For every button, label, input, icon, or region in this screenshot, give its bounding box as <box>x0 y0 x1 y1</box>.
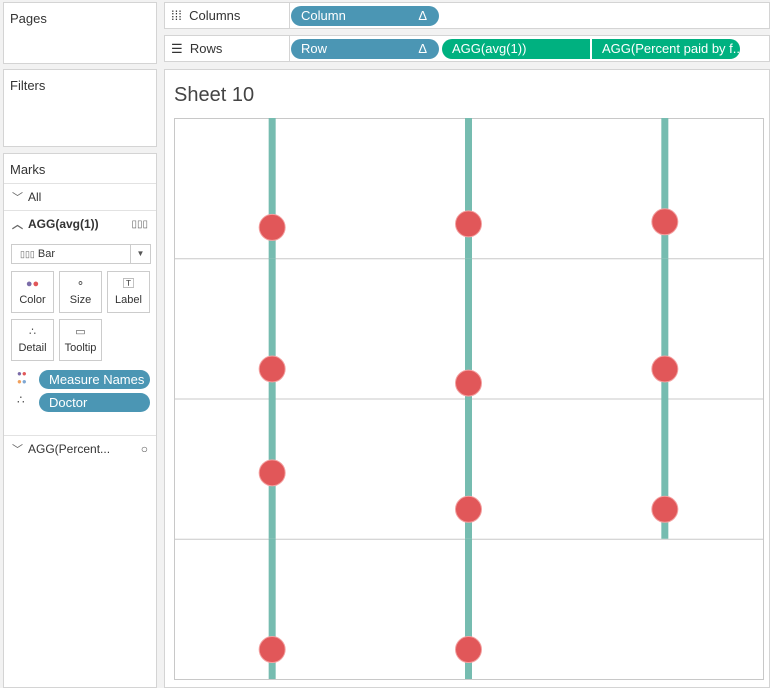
mark-type-select[interactable]: ▯▯▯ Bar ▼ <box>11 244 151 264</box>
chevron-down-icon: ﹀ <box>12 192 23 204</box>
marks-agg-percent-label: AGG(Percent... <box>28 442 111 456</box>
dot <box>258 213 286 241</box>
rows-label: ☰ Rows <box>171 41 223 56</box>
marks-title: Marks <box>10 162 46 177</box>
detail-icon: ∴ <box>17 393 25 407</box>
size-button[interactable]: ⚬ Size <box>59 271 102 313</box>
sheet-area: Sheet 10 <box>164 69 770 688</box>
delta-icon: Δ <box>418 8 427 23</box>
rows-icon: ☰ <box>171 41 183 56</box>
size-icon: ⚬ <box>75 278 86 290</box>
dot <box>651 355 679 383</box>
marks-all-label: All <box>28 190 42 204</box>
dot <box>455 369 482 397</box>
chevron-down-icon: ﹀ <box>12 444 23 456</box>
filters-title: Filters <box>10 78 46 93</box>
bar-chart-icon: ▯▯▯ <box>20 249 35 259</box>
color-icon: ●● ●● <box>17 369 27 386</box>
measure-names-pill[interactable]: Measure Names <box>39 370 150 389</box>
color-button[interactable]: ●● Color <box>11 271 54 313</box>
color-label: Color <box>19 294 46 306</box>
chart <box>174 118 764 680</box>
dot <box>258 355 286 383</box>
row-pill[interactable]: Row Δ <box>291 39 439 59</box>
label-label: Label <box>115 294 142 306</box>
agg-percent-pill[interactable]: AGG(Percent paid by f.. <box>592 39 740 59</box>
detail-button[interactable]: ∴ Detail <box>11 319 54 361</box>
label-icon: 🅃 <box>123 278 134 290</box>
mark-type-value: Bar <box>37 248 56 260</box>
marks-all[interactable]: ﹀ All <box>4 183 156 210</box>
dot <box>258 459 286 487</box>
marks-agg-avg[interactable]: ︿ AGG(avg(1)) ▯▯▯ <box>4 210 156 237</box>
detail-label: Detail <box>18 342 47 354</box>
size-label: Size <box>69 294 92 306</box>
bar-chart-icon: ▯▯▯ <box>131 218 148 230</box>
dot <box>455 636 482 664</box>
sheet-title: Sheet 10 <box>174 84 255 106</box>
columns-label: ⁞⁞⁞ Columns <box>171 8 241 23</box>
dot <box>651 208 679 236</box>
filters-card: Filters <box>3 69 157 147</box>
columns-icon: ⁞⁞⁞ <box>171 8 182 23</box>
columns-shelf: ⁞⁞⁞ Columns Column Δ <box>164 2 770 29</box>
bar <box>661 118 669 259</box>
dot <box>651 495 679 523</box>
dropdown-arrow-icon: ▼ <box>130 245 150 263</box>
detail-icon: ∴ <box>29 326 36 338</box>
rows-shelf: ☰ Rows Row Δ AGG(avg(1)) AGG(Percent paid… <box>164 35 770 62</box>
tooltip-button[interactable]: ▭ Tooltip <box>59 319 102 361</box>
marks-agg-percent[interactable]: ﹀ AGG(Percent... ○ <box>4 435 156 462</box>
circle-icon: ○ <box>140 442 148 456</box>
doctor-pill[interactable]: Doctor <box>39 393 150 412</box>
chevron-up-icon: ︿ <box>12 219 23 231</box>
agg-avg-pill[interactable]: AGG(avg(1)) <box>442 39 590 59</box>
tooltip-label: Tooltip <box>64 342 97 354</box>
marks-card: Marks ﹀ All ︿ AGG(avg(1)) ▯▯▯ ▯▯▯ Bar ▼ ●● C… <box>3 153 157 688</box>
pages-card: Pages <box>3 2 157 64</box>
delta-icon: Δ <box>418 41 427 56</box>
color-icon: ●● <box>25 278 40 290</box>
dot <box>455 495 482 523</box>
pages-title: Pages <box>10 11 47 26</box>
dot <box>455 210 482 238</box>
tooltip-icon: ▭ <box>75 326 86 338</box>
label-button[interactable]: 🅃 Label <box>107 271 150 313</box>
dot <box>258 636 286 664</box>
column-pill[interactable]: Column Δ <box>291 6 439 26</box>
marks-agg-avg-label: AGG(avg(1)) <box>28 217 99 231</box>
